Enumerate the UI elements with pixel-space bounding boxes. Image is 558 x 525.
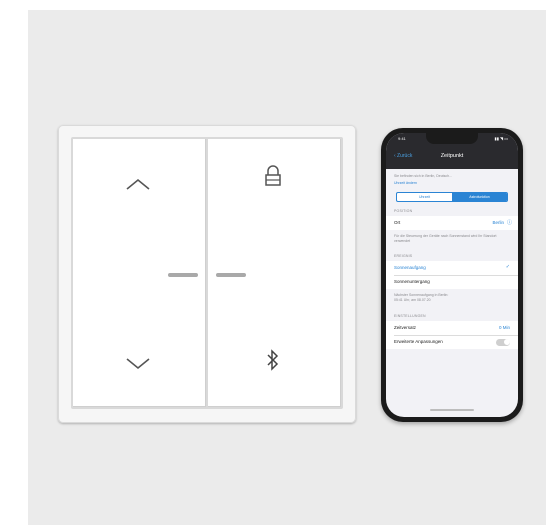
navigation-bar: 9:41 ▮▮ ◥ ▭ ‹ Zurück Zeitpunkt <box>386 133 518 169</box>
status-icons: ▮▮ ◥ ▭ <box>494 136 508 141</box>
segment-astrofunktion[interactable]: Astrofunktion <box>452 193 507 201</box>
lock-icon <box>265 165 281 186</box>
row-divider <box>394 335 518 336</box>
smartphone: 9:41 ▮▮ ◥ ▭ ‹ Zurück Zeitpunkt Sie befin… <box>381 128 523 422</box>
position-hint: Für die Steuerung der Geräte nach Sonnen… <box>394 234 497 243</box>
settings-list: Zeitversatz 0 Min Erweiterte Anpassungen <box>386 321 518 349</box>
led-indicator-right <box>216 273 246 277</box>
function-rocker[interactable] <box>208 139 341 407</box>
intro-text: Sie befinden sich in Berlin, Deutsch... <box>394 174 452 178</box>
mode-segmented-control: Uhrzeit Astrofunktion <box>396 192 508 202</box>
toggle-knob <box>503 339 510 345</box>
chevron-up-icon <box>126 178 150 190</box>
phone-screen: 9:41 ▮▮ ◥ ▭ ‹ Zurück Zeitpunkt Sie befin… <box>386 133 518 417</box>
led-indicator-left <box>168 273 198 277</box>
offset-value[interactable]: 0 Min <box>499 325 510 330</box>
option-sunrise[interactable]: Sonnenaufgang <box>394 265 426 270</box>
info-icon[interactable]: ⓘ <box>507 219 512 226</box>
screen-title: Zeitpunkt <box>440 153 464 159</box>
change-time-link[interactable]: Uhrzeit ändern <box>394 181 417 185</box>
bluetooth-icon <box>267 349 279 371</box>
blind-rocker[interactable] <box>73 139 206 407</box>
checkmark-icon: ✓ <box>505 264 510 270</box>
row-divider <box>394 275 518 276</box>
event-hint-line-2: 05:41 Uhr, am 08.07.20 <box>394 298 431 302</box>
section-einstellungen: EINSTELLUNGEN <box>394 314 426 318</box>
section-position: POSITION <box>394 209 413 213</box>
home-indicator <box>430 409 474 411</box>
status-time: 9:41 <box>398 136 406 141</box>
extended-settings-toggle[interactable] <box>496 338 510 346</box>
chevron-down-icon <box>126 358 150 370</box>
location-row[interactable]: Ort Berlin ⓘ <box>386 216 518 230</box>
option-sunset[interactable]: Sonnenuntergang <box>394 279 430 284</box>
extended-settings-label: Erweiterte Anpassungen <box>394 339 443 344</box>
wall-switch-frame <box>58 125 356 423</box>
phone-notch <box>426 133 478 144</box>
event-hint-line-1: Nächster Sonnenaufgang in Berlin: <box>394 293 449 297</box>
offset-label: Zeitversatz <box>394 325 417 330</box>
location-label: Ort <box>394 220 401 225</box>
section-ereignis: EREIGNIS <box>394 254 413 258</box>
location-value: Berlin <box>492 220 504 225</box>
wall-switch-body <box>71 137 343 409</box>
event-list: Sonnenaufgang ✓ Sonnenuntergang <box>386 261 518 289</box>
segment-uhrzeit[interactable]: Uhrzeit <box>397 193 452 201</box>
